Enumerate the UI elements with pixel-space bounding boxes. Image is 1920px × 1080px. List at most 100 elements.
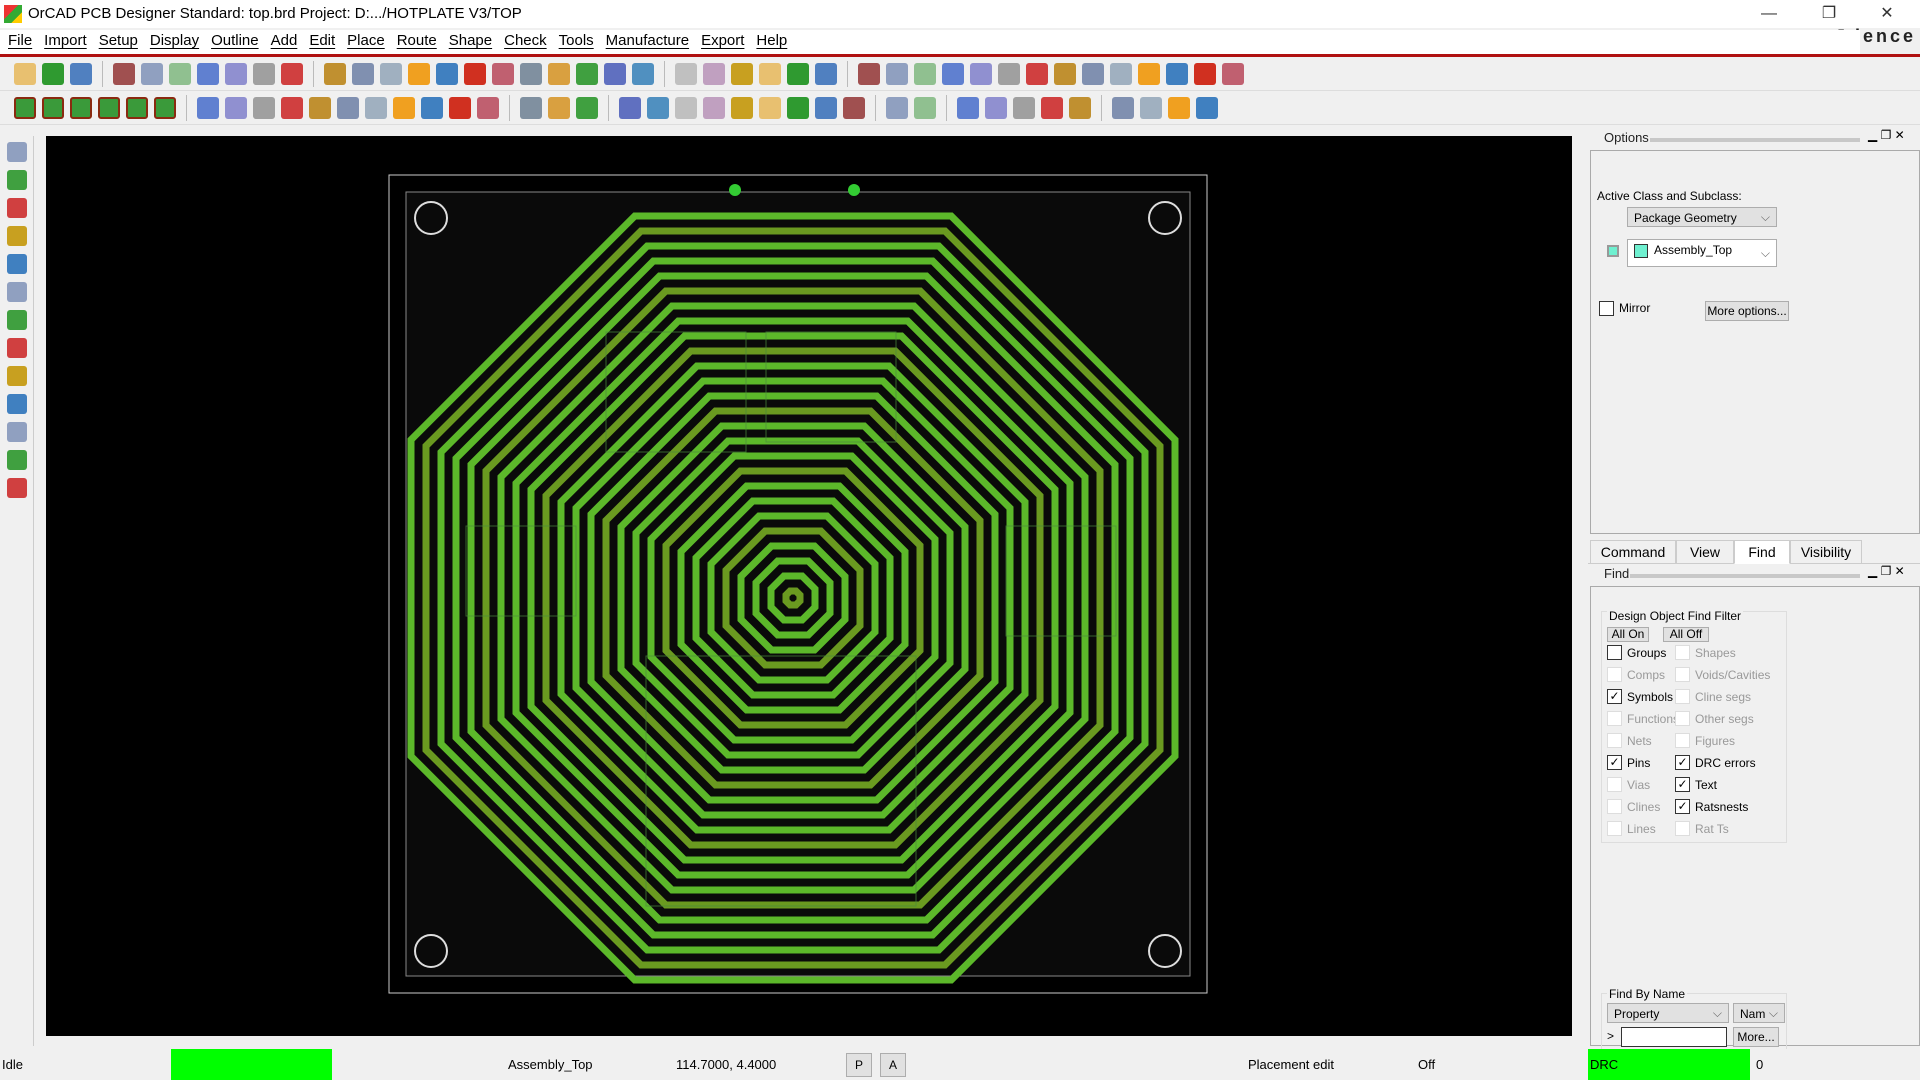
tb2-tool-36-icon[interactable]: [1112, 96, 1134, 119]
tb1-tool-12-icon[interactable]: [380, 62, 402, 85]
tb1-tool-19-icon[interactable]: [576, 62, 598, 85]
menu-edit[interactable]: Edit: [309, 30, 344, 54]
find-vias-checkbox[interactable]: [1607, 777, 1622, 792]
tb2-tool-2-icon[interactable]: [70, 96, 92, 119]
tb2-tool-24-icon[interactable]: [731, 96, 753, 119]
tb1-tool-32-icon[interactable]: [970, 62, 992, 85]
tb1-tool-23-icon[interactable]: [703, 62, 725, 85]
left-tool-7-icon[interactable]: [6, 338, 27, 358]
tb2-tool-9-icon[interactable]: [281, 96, 303, 119]
tb1-tool-16-icon[interactable]: [492, 62, 514, 85]
tb2-tool-32-icon[interactable]: [985, 96, 1007, 119]
tb2-tool-23-icon[interactable]: [703, 96, 725, 119]
tb2-tool-15-icon[interactable]: [449, 96, 471, 119]
tb2-tool-21-icon[interactable]: [647, 96, 669, 119]
tb1-tool-27-icon[interactable]: [815, 62, 837, 85]
find-type-dropdown[interactable]: Property ⌵: [1607, 1003, 1729, 1023]
left-tool-8-icon[interactable]: [6, 366, 27, 386]
find-drc-errors-checkbox[interactable]: ✓: [1675, 755, 1690, 770]
tb1-tool-2-icon[interactable]: [70, 62, 92, 85]
tb1-tool-6-icon[interactable]: [197, 62, 219, 85]
tb1-tool-31-icon[interactable]: [942, 62, 964, 85]
tb1-tool-5-icon[interactable]: [169, 62, 191, 85]
menu-export[interactable]: Export: [701, 30, 753, 54]
menu-import[interactable]: Import: [44, 30, 96, 54]
menu-route[interactable]: Route: [397, 30, 446, 54]
find-ratsnests-checkbox[interactable]: ✓: [1675, 799, 1690, 814]
find-shapes-checkbox[interactable]: [1675, 645, 1690, 660]
tb2-tool-28-icon[interactable]: [843, 96, 865, 119]
p-button[interactable]: P: [846, 1053, 872, 1077]
tab-find[interactable]: Find: [1734, 540, 1790, 564]
find-comps-checkbox[interactable]: [1607, 667, 1622, 682]
left-tool-5-icon[interactable]: [6, 282, 27, 302]
pcb-canvas[interactable]: [46, 136, 1572, 1036]
tb1-tool-28-icon[interactable]: [858, 62, 880, 85]
tb1-tool-33-icon[interactable]: [998, 62, 1020, 85]
tb2-tool-27-icon[interactable]: [815, 96, 837, 119]
tb1-tool-13-icon[interactable]: [408, 62, 430, 85]
menu-display[interactable]: Display: [150, 30, 208, 54]
find-text-checkbox[interactable]: ✓: [1675, 777, 1690, 792]
tb2-tool-38-icon[interactable]: [1168, 96, 1190, 119]
menu-check[interactable]: Check: [504, 30, 556, 54]
find-rat-ts-checkbox[interactable]: [1675, 821, 1690, 836]
subclass-dropdown[interactable]: Assembly_Top ⌵: [1627, 239, 1777, 267]
tb1-tool-1-icon[interactable]: [42, 62, 64, 85]
color-swatch[interactable]: [1607, 245, 1619, 257]
options-minimize-icon[interactable]: ▁ ❐ ✕: [1868, 128, 1905, 142]
tb2-tool-30-icon[interactable]: [914, 96, 936, 119]
tb1-tool-20-icon[interactable]: [604, 62, 626, 85]
find-name-input[interactable]: [1621, 1027, 1727, 1047]
find-more-button[interactable]: More...: [1733, 1027, 1779, 1047]
tb2-tool-13-icon[interactable]: [393, 96, 415, 119]
tb1-tool-38-icon[interactable]: [1138, 62, 1160, 85]
tb1-tool-34-icon[interactable]: [1026, 62, 1048, 85]
find-other-segs-checkbox[interactable]: [1675, 711, 1690, 726]
left-tool-0-icon[interactable]: [6, 142, 27, 162]
tb1-tool-14-icon[interactable]: [436, 62, 458, 85]
close-button[interactable]: ✕: [1864, 2, 1910, 26]
menu-help[interactable]: Help: [756, 30, 796, 54]
tb1-tool-0-icon[interactable]: [14, 62, 36, 85]
tb1-tool-40-icon[interactable]: [1194, 62, 1216, 85]
find-lines-checkbox[interactable]: [1607, 821, 1622, 836]
find-symbols-checkbox[interactable]: ✓: [1607, 689, 1622, 704]
tb2-tool-33-icon[interactable]: [1013, 96, 1035, 119]
menu-manufacture[interactable]: Manufacture: [606, 30, 698, 54]
left-tool-9-icon[interactable]: [6, 394, 27, 414]
tb2-tool-12-icon[interactable]: [365, 96, 387, 119]
tb1-tool-29-icon[interactable]: [886, 62, 908, 85]
left-tool-6-icon[interactable]: [6, 310, 27, 330]
minimize-button[interactable]: —: [1746, 2, 1792, 26]
find-figures-checkbox[interactable]: [1675, 733, 1690, 748]
tb2-tool-31-icon[interactable]: [957, 96, 979, 119]
all-on-button[interactable]: All On: [1607, 627, 1649, 642]
find-grip[interactable]: [1630, 574, 1860, 578]
tb2-tool-4-icon[interactable]: [126, 96, 148, 119]
tb2-tool-39-icon[interactable]: [1196, 96, 1218, 119]
tab-visibility[interactable]: Visibility: [1790, 540, 1862, 564]
menu-place[interactable]: Place: [347, 30, 394, 54]
tb1-tool-41-icon[interactable]: [1222, 62, 1244, 85]
left-tool-12-icon[interactable]: [6, 478, 27, 498]
tb2-tool-14-icon[interactable]: [421, 96, 443, 119]
menu-file[interactable]: File: [8, 30, 41, 54]
restore-button[interactable]: ❐: [1806, 2, 1852, 26]
options-grip[interactable]: [1650, 138, 1860, 142]
menu-add[interactable]: Add: [271, 30, 307, 54]
find-functions-checkbox[interactable]: [1607, 711, 1622, 726]
tb1-tool-37-icon[interactable]: [1110, 62, 1132, 85]
class-dropdown[interactable]: Package Geometry ⌵: [1627, 207, 1777, 227]
tb2-tool-7-icon[interactable]: [225, 96, 247, 119]
tb2-tool-6-icon[interactable]: [197, 96, 219, 119]
tb1-tool-25-icon[interactable]: [759, 62, 781, 85]
tb1-tool-4-icon[interactable]: [141, 62, 163, 85]
tb2-tool-17-icon[interactable]: [520, 96, 542, 119]
tb2-tool-5-icon[interactable]: [154, 96, 176, 119]
tb2-tool-19-icon[interactable]: [576, 96, 598, 119]
tb2-tool-35-icon[interactable]: [1069, 96, 1091, 119]
tb2-tool-20-icon[interactable]: [619, 96, 641, 119]
find-pins-checkbox[interactable]: ✓: [1607, 755, 1622, 770]
left-tool-1-icon[interactable]: [6, 170, 27, 190]
